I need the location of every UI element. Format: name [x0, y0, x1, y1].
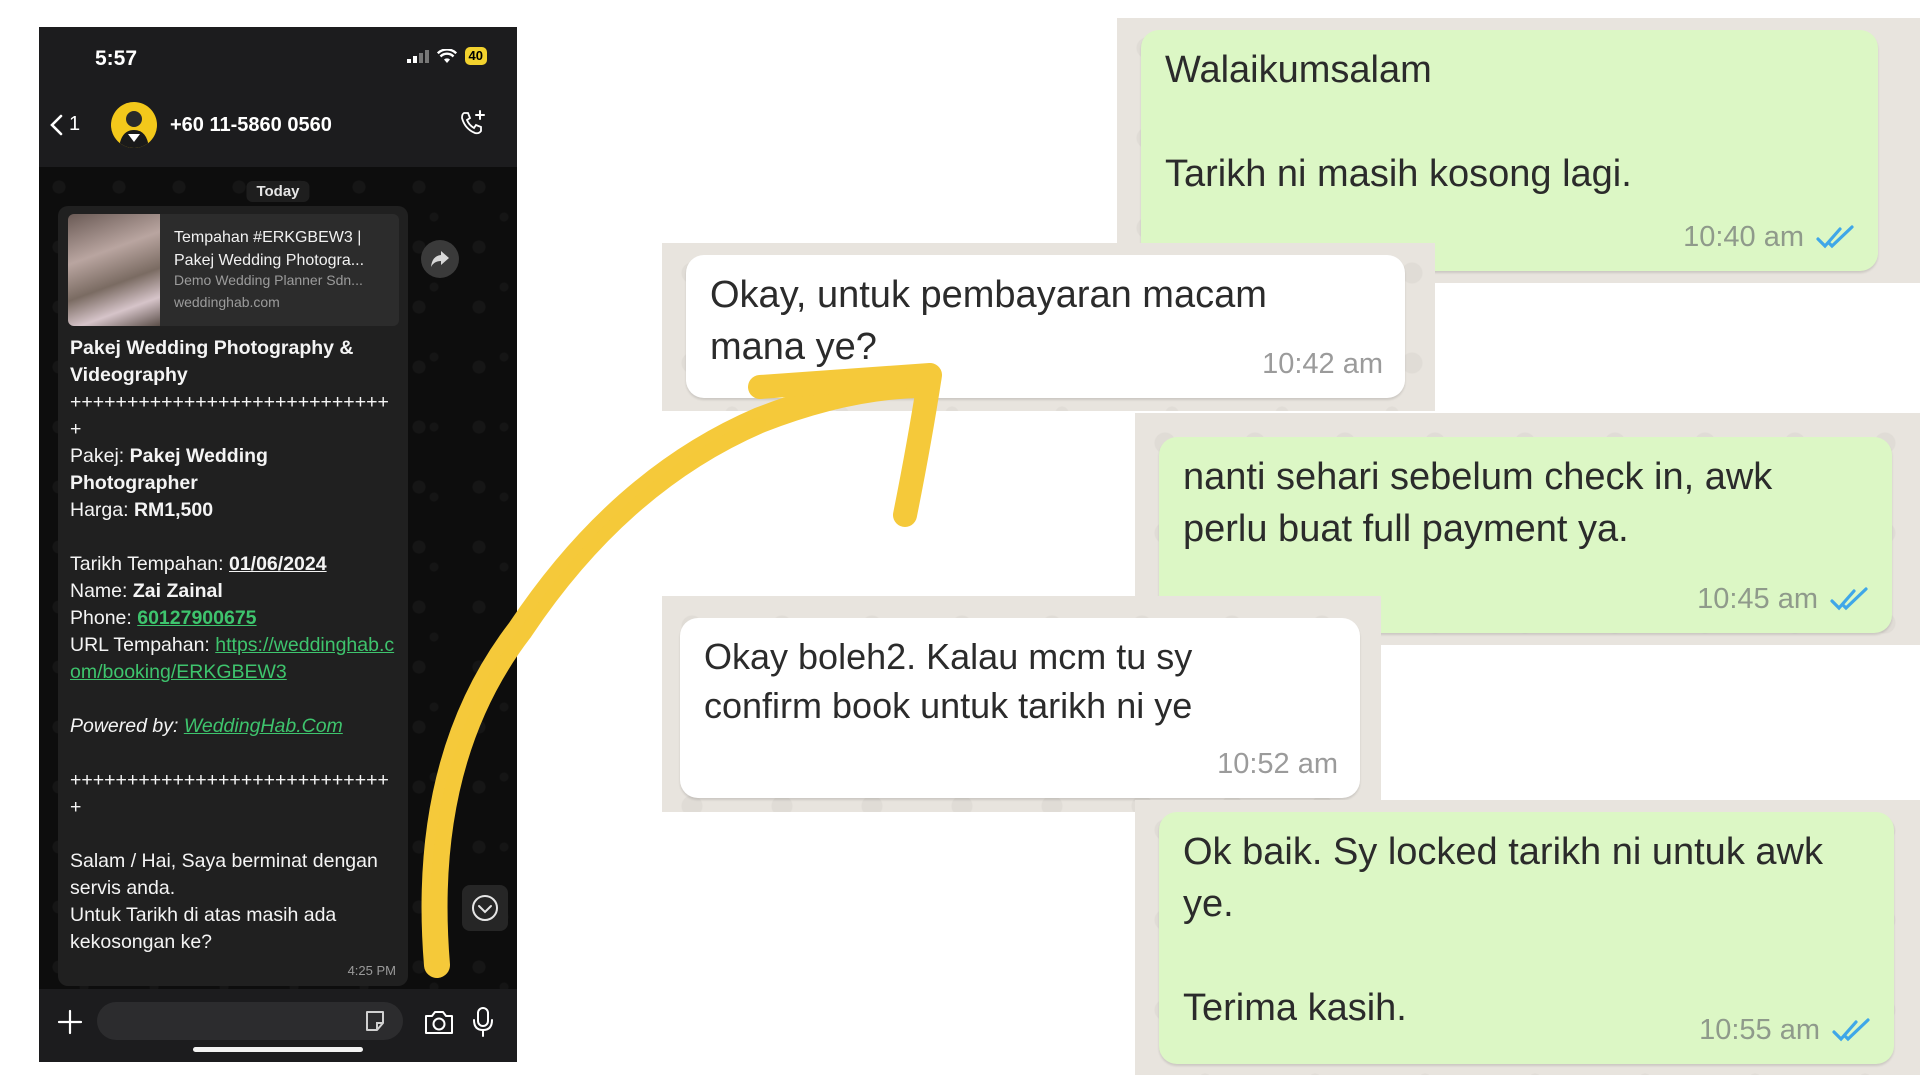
microphone-icon[interactable]: [471, 1006, 495, 1038]
separator-line: +++++++++++++++++++++++++++++: [70, 391, 389, 440]
add-call-icon[interactable]: [459, 109, 487, 137]
battery-icon: 40: [464, 47, 487, 65]
booking-date-line: Tarikh Tempahan: 01/06/2024: [70, 553, 327, 575]
outgoing-bubble[interactable]: Ok baik. Sy locked tarikh ni untuk awk y…: [1159, 812, 1894, 1064]
person-icon: [119, 111, 149, 148]
separator-line-2: +++++++++++++++++++++++++++++: [70, 769, 389, 818]
status-icons: 40: [406, 47, 487, 65]
back-count: 1: [69, 113, 81, 135]
wifi-icon: [436, 48, 457, 63]
link-preview-thumbnail: [68, 214, 160, 326]
bubble-text: nanti sehari sebelum check in, awk perlu…: [1183, 456, 1773, 550]
phone-link[interactable]: 60127900675: [137, 607, 256, 629]
plus-icon[interactable]: [55, 1007, 85, 1037]
forward-button[interactable]: [421, 240, 459, 278]
chevron-down-icon: [472, 895, 498, 921]
date-divider: Today: [246, 181, 310, 202]
back-button[interactable]: 1: [49, 113, 80, 136]
link-preview-title: Tempahan #ERKGBEW3 | Pakej Wedding Photo…: [174, 229, 365, 269]
closing-text-1: Salam / Hai, Saya berminat dengan servis…: [70, 850, 378, 899]
double-check-icon: [1830, 587, 1868, 611]
double-check-icon: [1816, 225, 1854, 249]
incoming-bubble[interactable]: Okay, untuk pembayaran macam mana ye? 10…: [686, 255, 1405, 398]
bubble-meta: 10:40 am: [1683, 211, 1856, 263]
phone-screenshot: 5:57 40 1 +60 11-5860 0560 Today Tempaha…: [39, 27, 517, 1062]
status-bar: 5:57 40: [39, 27, 517, 85]
forward-icon: [431, 251, 449, 267]
bubble-text: Walaikumsalam Tarikh ni masih kosong lag…: [1165, 49, 1632, 195]
bubble-time: 10:55 am: [1699, 1014, 1820, 1046]
incoming-bubble[interactable]: Okay boleh2. Kalau mcm tu sy confirm boo…: [680, 618, 1360, 798]
link-preview[interactable]: Tempahan #ERKGBEW3 | Pakej Wedding Photo…: [68, 214, 399, 326]
message-input[interactable]: [97, 1002, 403, 1040]
powered-by-link[interactable]: WeddingHab.Com: [184, 715, 343, 737]
url-line: URL Tempahan: https://weddinghab.com/boo…: [70, 634, 395, 683]
powered-by-line: Powered by: WeddingHab.Com: [70, 715, 343, 737]
chat-area[interactable]: Today Tempahan #ERKGBEW3 | Pakej Wedding…: [39, 167, 517, 989]
link-preview-domain: weddinghab.com: [174, 294, 280, 310]
status-time: 5:57: [95, 47, 138, 70]
bubble-meta: 10:45 am: [1697, 573, 1870, 625]
chat-panel-5: Ok baik. Sy locked tarikh ni untuk awk y…: [1135, 800, 1920, 1075]
phone-line: Phone: 60127900675: [70, 607, 257, 629]
outgoing-bubble[interactable]: Walaikumsalam Tarikh ni masih kosong lag…: [1141, 30, 1878, 271]
package-line: Pakej: Pakej Wedding Photographer: [70, 445, 268, 494]
chevron-left-icon: [50, 114, 63, 135]
incoming-message[interactable]: Tempahan #ERKGBEW3 | Pakej Wedding Photo…: [58, 206, 408, 986]
chat-header: 1 +60 11-5860 0560: [39, 85, 517, 168]
scroll-down-button[interactable]: [462, 885, 508, 931]
avatar[interactable]: [111, 102, 157, 148]
closing-text-2: Untuk Tarikh di atas masih ada kekosonga…: [70, 904, 337, 953]
chat-panel-4: Okay boleh2. Kalau mcm tu sy confirm boo…: [662, 596, 1381, 812]
sticker-icon[interactable]: [363, 1009, 387, 1033]
price-line: Harga: RM1,500: [70, 499, 214, 521]
bubble-meta: 10:42 am: [1262, 338, 1383, 390]
camera-icon[interactable]: [423, 1008, 455, 1036]
message-body: Pakej Wedding Photography & Videography …: [70, 335, 400, 956]
message-time: 4:25 PM: [347, 963, 396, 978]
chat-panel-2: Okay, untuk pembayaran macam mana ye? 10…: [662, 243, 1435, 411]
bubble-meta: 10:52 am: [1217, 738, 1338, 790]
bubble-time: 10:45 am: [1697, 583, 1818, 615]
bubble-meta: 10:55 am: [1699, 1004, 1872, 1056]
bubble-time: 10:42 am: [1262, 348, 1383, 380]
contact-name[interactable]: +60 11-5860 0560: [170, 114, 332, 137]
double-check-icon: [1832, 1018, 1870, 1042]
bubble-text: Ok baik. Sy locked tarikh ni untuk awk y…: [1183, 831, 1823, 1029]
message-heading: Pakej Wedding Photography & Videography: [70, 337, 354, 386]
bubble-time: 10:52 am: [1217, 748, 1338, 780]
link-preview-description: Demo Wedding Planner Sdn...: [174, 272, 363, 288]
bubble-time: 10:40 am: [1683, 221, 1804, 253]
home-indicator: [193, 1047, 363, 1052]
signal-icon: [406, 50, 429, 63]
name-line: Name: Zai Zainal: [70, 580, 223, 602]
bubble-text: Okay boleh2. Kalau mcm tu sy confirm boo…: [704, 636, 1193, 726]
